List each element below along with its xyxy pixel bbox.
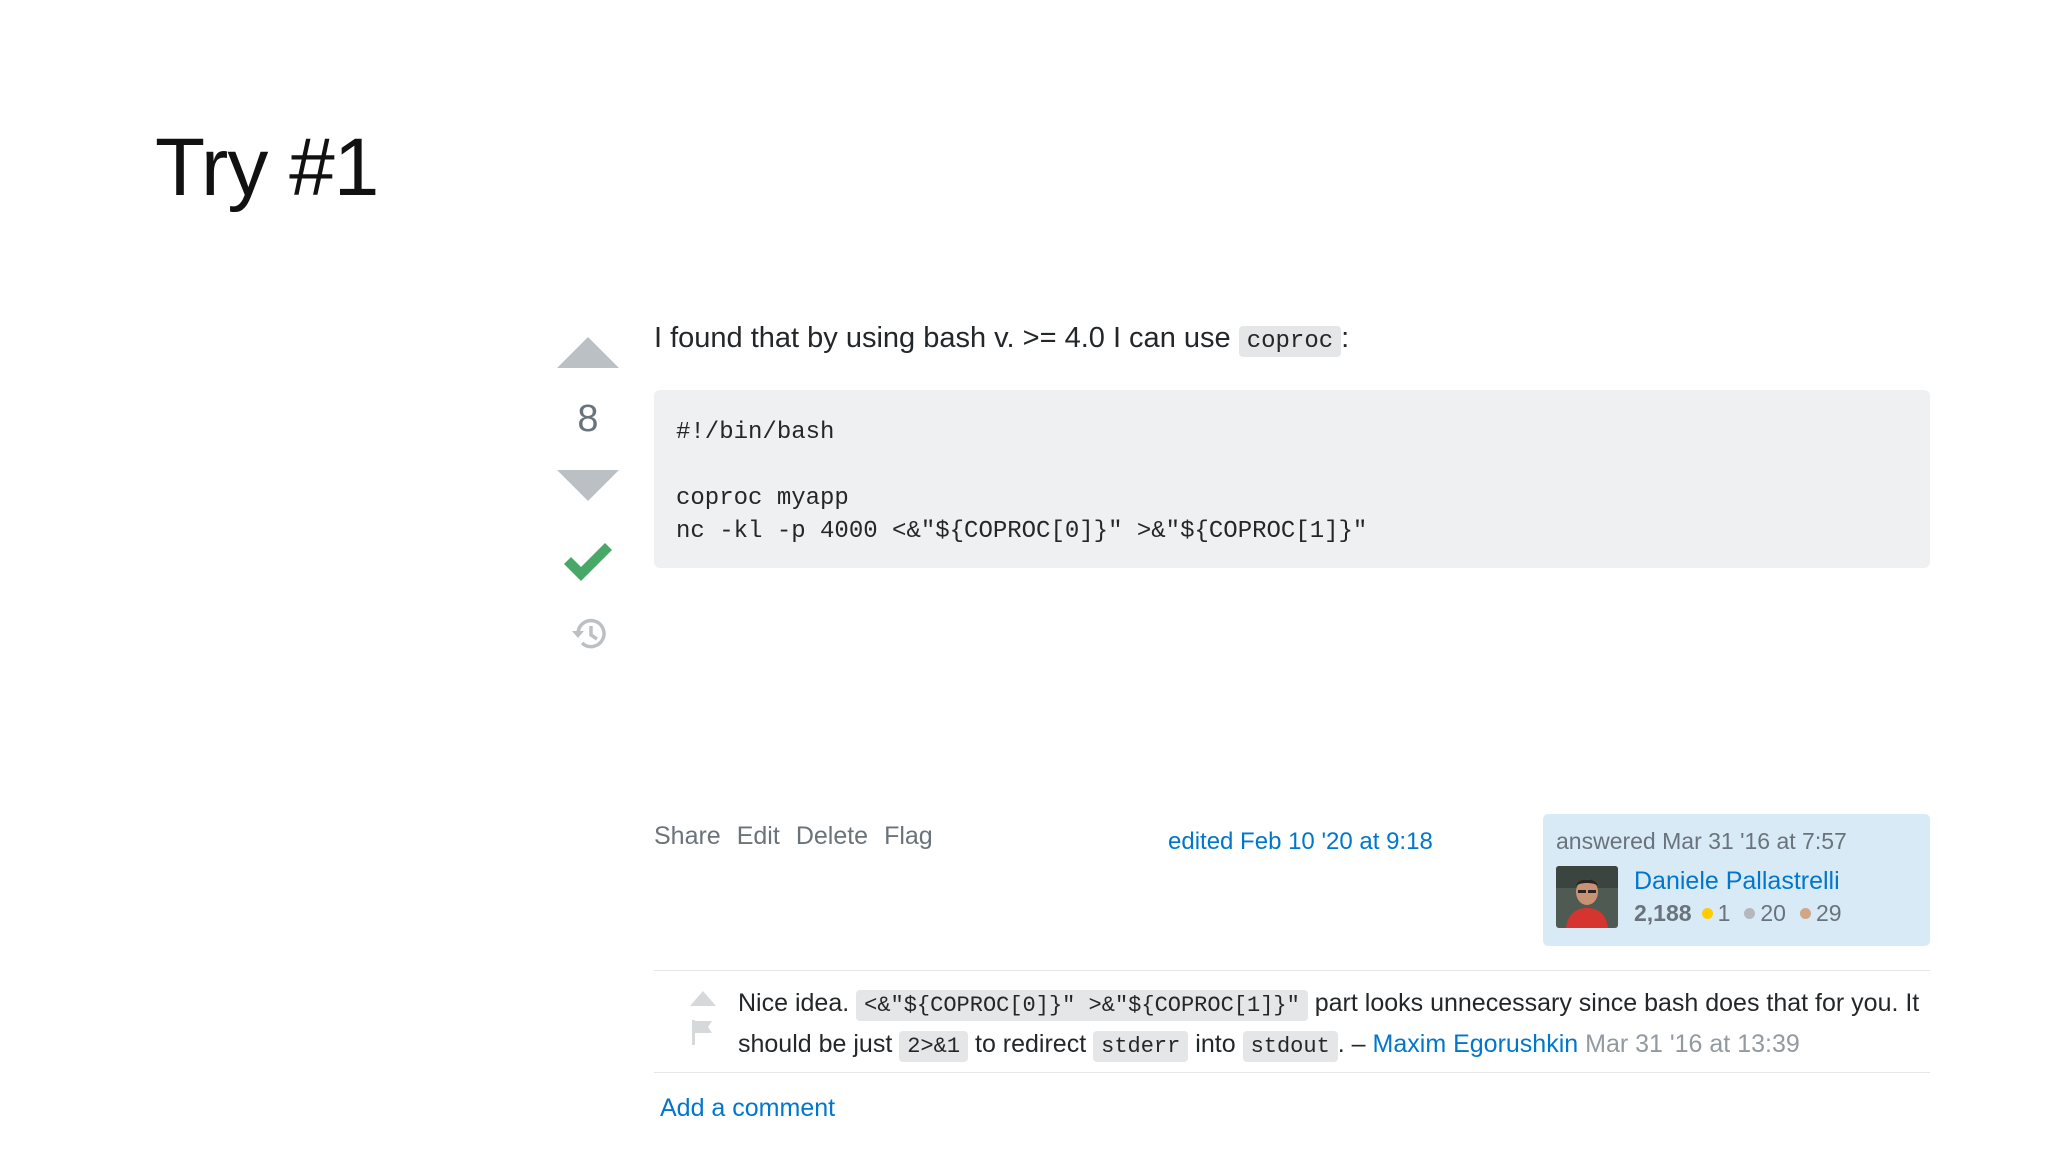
user-reputation: 2,188 1 20 29: [1634, 897, 1856, 929]
flag-icon[interactable]: [690, 1018, 714, 1046]
comment-inline-code: 2>&1: [899, 1031, 969, 1062]
comment-text: into: [1195, 1030, 1236, 1058]
post-intro: I found that by using bash v. >= 4.0 I c…: [654, 316, 1349, 364]
comment-text: Nice idea.: [738, 989, 850, 1017]
inline-code-coproc: coproc: [1238, 326, 1342, 357]
comment-text: to redirect: [975, 1030, 1087, 1058]
comment-text: . –: [1337, 1030, 1366, 1058]
user-name-link[interactable]: Daniele Pallastrelli: [1634, 864, 1840, 898]
history-icon[interactable]: [570, 614, 610, 654]
vote-count: 8: [577, 398, 599, 440]
code-line: #!/bin/bash: [676, 419, 835, 446]
comment-inline-code: stderr: [1093, 1031, 1189, 1062]
gold-badge-count: 1: [1717, 900, 1731, 926]
code-line: nc -kl -p 4000 <&"${COPROC[0]}" >&"${COP…: [676, 518, 1368, 545]
upvote-arrow-icon[interactable]: [555, 334, 621, 370]
downvote-arrow-icon[interactable]: [555, 468, 621, 504]
comments-divider-bottom: [654, 1072, 1930, 1073]
reputation-score: 2,188: [1634, 900, 1692, 926]
delete-link[interactable]: Delete: [796, 818, 868, 854]
comment-upvote-icon[interactable]: [688, 988, 718, 1008]
silver-badge-icon: [1744, 907, 1756, 919]
post-intro-colon: :: [1341, 322, 1350, 354]
comment-date: Mar 31 '16 at 13:39: [1585, 1030, 1800, 1058]
edited-link[interactable]: edited Feb 10 '20 at 9:18: [1168, 824, 1433, 860]
code-line: coproc myapp: [676, 485, 849, 512]
flag-link[interactable]: Flag: [884, 818, 933, 854]
comment-author-link[interactable]: Maxim Egorushkin: [1373, 1030, 1579, 1058]
avatar[interactable]: [1556, 866, 1618, 928]
bronze-badge-icon: [1799, 907, 1811, 919]
share-link[interactable]: Share: [654, 818, 721, 854]
slide-title: Try #1: [155, 122, 379, 213]
post-intro-text: I found that by using bash v. >= 4.0 I c…: [654, 322, 1231, 354]
bronze-badge-count: 29: [1815, 900, 1842, 926]
gold-badge-icon: [1701, 907, 1713, 919]
accepted-check-icon: [560, 540, 616, 586]
comment-body: Nice idea. <&"${COPROC[0]}" >&"${COPROC[…: [738, 984, 1930, 1066]
comments-divider: [654, 970, 1930, 971]
answered-time: answered Mar 31 '16 at 7:57: [1556, 828, 1847, 854]
comment-inline-code: stdout: [1242, 1031, 1338, 1062]
comment-inline-code: <&"${COPROC[0]}" >&"${COPROC[1]}": [856, 990, 1308, 1021]
silver-badge-count: 20: [1760, 900, 1786, 926]
add-comment-link[interactable]: Add a comment: [660, 1090, 835, 1126]
post-menu: Share Edit Delete Flag: [654, 818, 933, 854]
edit-link[interactable]: Edit: [737, 818, 780, 854]
code-block: #!/bin/bash coproc myapp nc -kl -p 4000 <&…: [654, 390, 1930, 568]
user-card: answered Mar 31 '16 at 7:57 Daniele Pall…: [1543, 814, 1930, 946]
